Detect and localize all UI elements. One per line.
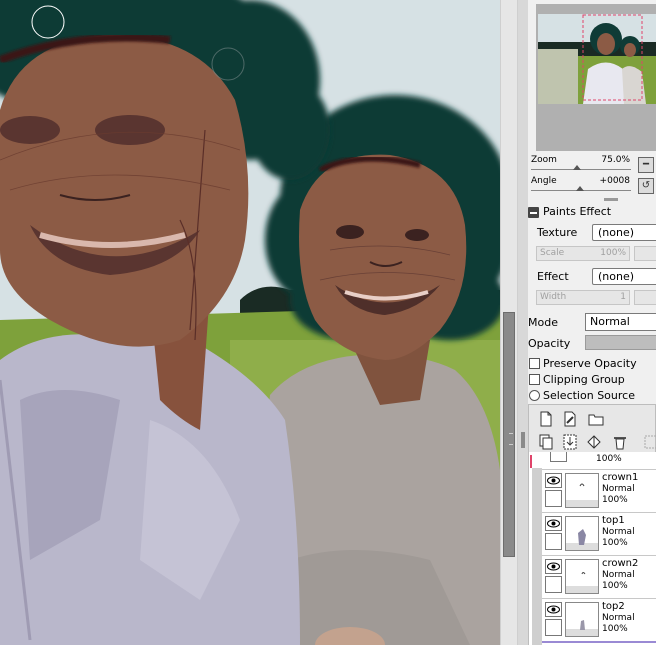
canvas-vertical-scrollbar[interactable] [500,0,518,645]
visibility-eye-icon[interactable] [545,473,562,488]
zoom-slider[interactable]: Zoom 75.0% [528,154,656,174]
layer-lock-toggle[interactable] [545,533,562,550]
visibility-eye-icon[interactable] [545,516,562,531]
opacity-label: Opacity [528,337,571,350]
zoom-out-button[interactable]: ━ [638,157,654,173]
panel-splitter[interactable] [518,0,528,645]
right-panel: Zoom 75.0% ━ Angle +0008 ↺ Paints Effect… [528,0,656,645]
clear-layer-icon [644,435,656,449]
texture-scale-field: Scale 100% [536,246,630,261]
paints-effect-title: Paints Effect [543,205,612,218]
blend-mode-select[interactable]: Normal [585,313,656,331]
layer-row-top1[interactable]: top1 Normal 100% [542,512,656,555]
effect-select[interactable]: (none) [592,268,656,285]
selected-layer-marker [530,455,532,468]
zoom-value: 75.0% [601,155,630,165]
scale-label: Scale [540,248,565,258]
layer-thumbnail [565,602,599,637]
layer-name: crown2 [602,558,639,569]
layer-thumbnail [565,473,599,508]
splitter-handle[interactable] [521,432,525,448]
width-value: 1 [620,292,626,302]
effect-label: Effect [537,270,569,283]
collapse-icon[interactable] [528,207,539,218]
selected-layer-indicator [542,641,656,643]
new-linework-layer-icon[interactable] [562,411,578,427]
layer-opacity: 100% [596,454,622,464]
layer-opacity: 100% [602,581,628,591]
preserve-opacity-label: Preserve Opacity [543,357,637,370]
angle-value: +0008 [599,176,630,186]
layer-name: top2 [602,601,625,612]
layer-name: crown1 [602,472,639,483]
paints-effect-header[interactable]: Paints Effect [528,205,656,221]
layer-mode: Normal [602,484,635,494]
layer-row-partial[interactable]: 100% [542,452,656,469]
new-folder-icon[interactable] [588,411,604,427]
visibility-eye-icon[interactable] [545,559,562,574]
panel-resize-grip[interactable] [604,198,618,201]
texture-select[interactable]: (none) [592,224,656,241]
layer-opacity: 100% [602,538,628,548]
layer-indent-strip [532,468,542,645]
painting [0,0,500,645]
effect-width-field: Width 1 [536,290,630,305]
scale-strength-field [634,246,656,261]
layer-thumbnail [565,559,599,594]
reset-rotation-button[interactable]: ↺ [638,178,654,194]
opacity-slider[interactable] [585,335,656,350]
layer-mode: Normal [602,613,635,623]
drawing-canvas[interactable] [0,0,500,645]
navigator-preview[interactable] [536,4,656,151]
mode-label: Mode [528,316,558,329]
merge-down-icon[interactable] [586,434,602,450]
clipping-group-label: Clipping Group [543,373,625,386]
layer-lock-toggle[interactable] [545,619,562,636]
layer-mode: Normal [602,570,635,580]
copy-layer-icon[interactable] [538,434,554,450]
texture-label: Texture [537,226,578,239]
scale-value: 100% [600,248,626,258]
layer-row-crown2[interactable]: crown2 Normal 100% [542,555,656,598]
layer-lock-toggle[interactable] [545,576,562,593]
width-label: Width [540,292,567,302]
layer-row-top2[interactable]: top2 Normal 100% [542,598,656,641]
layer-row-crown1[interactable]: crown1 Normal 100% [542,469,656,512]
layer-mode: Normal [602,527,635,537]
angle-label: Angle [531,176,557,186]
effect-strength-field [634,290,656,305]
navigator-thumbnail [538,14,656,104]
layer-opacity: 100% [602,624,628,634]
layer-thumbnail [565,516,599,551]
new-layer-icon[interactable] [538,411,554,427]
scrollbar-thumb[interactable] [503,312,515,557]
layer-name: top1 [602,515,625,526]
layer-opacity: 100% [602,495,628,505]
visibility-eye-icon[interactable] [545,602,562,617]
angle-slider[interactable]: Angle +0008 [528,175,656,195]
delete-layer-icon[interactable] [612,434,628,450]
zoom-label: Zoom [531,155,557,165]
selection-source-label: Selection Source [543,389,635,402]
transfer-down-icon[interactable] [562,434,578,450]
layer-lock-toggle[interactable] [545,490,562,507]
